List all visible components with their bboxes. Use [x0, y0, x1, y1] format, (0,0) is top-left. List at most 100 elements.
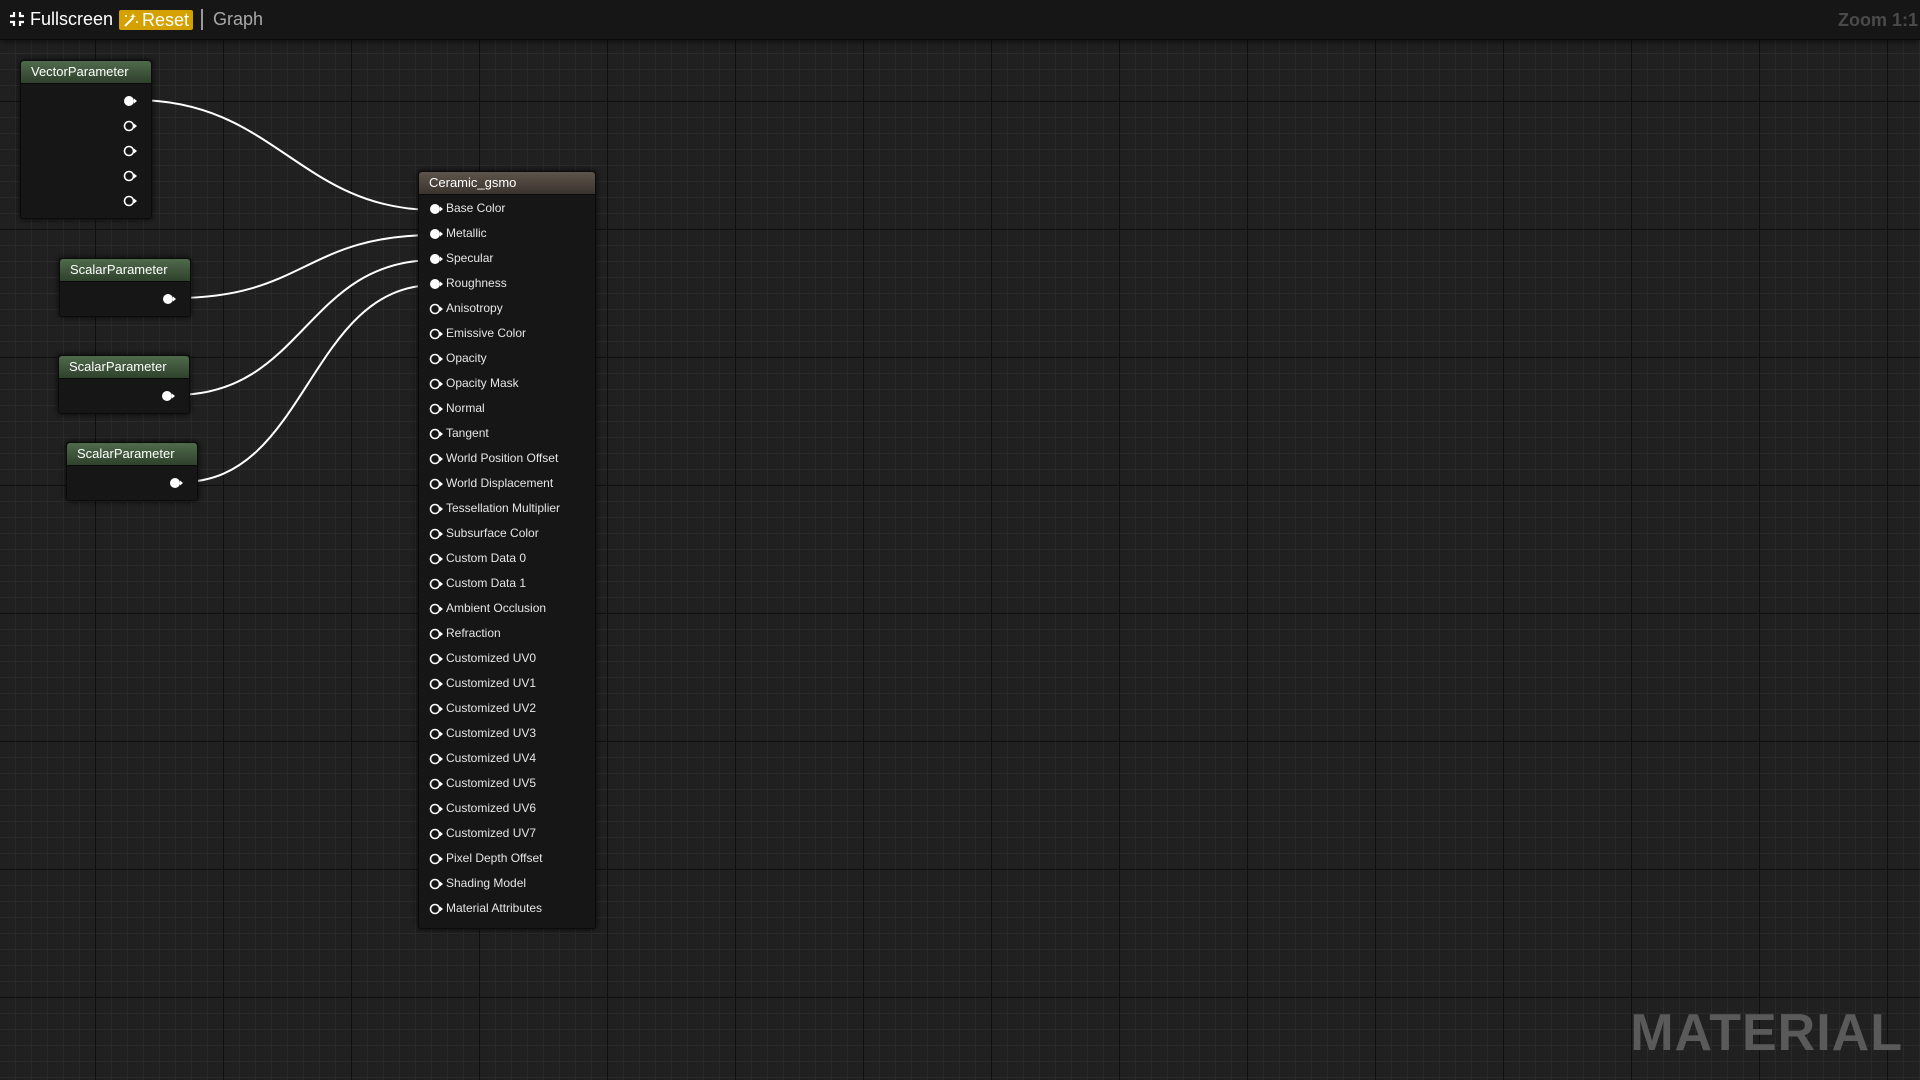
material-input-row[interactable]: Refraction [419, 623, 595, 643]
material-input-row[interactable]: Base Color [419, 198, 595, 218]
material-input-row[interactable]: Custom Data 0 [419, 548, 595, 568]
input-pin-icon[interactable] [429, 427, 443, 440]
material-input-label: Roughness [446, 276, 507, 290]
input-pin-icon[interactable] [429, 352, 443, 365]
material-result-node[interactable]: Ceramic_gsmo Base Color Metallic Specular R… [418, 171, 596, 929]
input-pin-connected-icon[interactable] [429, 252, 443, 264]
material-input-row[interactable]: Customized UV4 [419, 748, 595, 768]
material-input-label: Ambient Occlusion [446, 601, 547, 615]
toolbar-divider [201, 9, 203, 30]
material-input-row[interactable]: Anisotropy [419, 298, 595, 318]
output-pin-icon[interactable] [123, 119, 137, 132]
material-input-label: Refraction [446, 626, 501, 640]
material-input-row[interactable]: Subsurface Color [419, 523, 595, 543]
material-input-label: Specular [446, 251, 494, 265]
input-pin-connected-icon[interactable] [429, 227, 443, 239]
input-pin-icon[interactable] [429, 802, 443, 815]
material-input-row[interactable]: Custom Data 1 [419, 573, 595, 593]
material-input-row[interactable]: Roughness [419, 273, 595, 293]
material-input-label: World Displacement [446, 476, 554, 490]
material-input-row[interactable]: Customized UV0 [419, 648, 595, 668]
input-pin-icon[interactable] [429, 452, 443, 465]
scalar-parameter-node[interactable]: ScalarParameter [58, 355, 190, 414]
input-pin-icon[interactable] [429, 752, 443, 765]
wire-scalar1-to-metallic [174, 234, 436, 299]
output-pin-connected-icon[interactable] [162, 292, 176, 304]
input-pin-icon[interactable] [429, 402, 443, 415]
material-input-row[interactable]: World Position Offset [419, 448, 595, 468]
input-pin-icon[interactable] [429, 727, 443, 740]
output-pin-icon[interactable] [123, 144, 137, 157]
graph-canvas[interactable]: Fullscreen Reset Graph Zoom 1:1 VectorPa… [0, 0, 1920, 1080]
input-pin-icon[interactable] [429, 327, 443, 340]
vector-parameter-node[interactable]: VectorParameter [20, 60, 152, 219]
material-input-row[interactable]: Normal [419, 398, 595, 418]
material-input-label: Custom Data 0 [446, 551, 527, 565]
output-pin-connected-icon[interactable] [123, 94, 137, 106]
input-pin-icon[interactable] [429, 677, 443, 690]
input-pin-icon[interactable] [429, 877, 443, 890]
material-input-label: Base Color [446, 201, 506, 215]
material-input-label: Tangent [446, 426, 489, 440]
graph-tab[interactable]: Graph [213, 9, 263, 30]
material-input-row[interactable]: Ambient Occlusion [419, 598, 595, 618]
material-input-row[interactable]: Customized UV5 [419, 773, 595, 793]
material-input-row[interactable]: Tangent [419, 423, 595, 443]
output-pin-icon[interactable] [123, 194, 137, 207]
input-pin-icon[interactable] [429, 652, 443, 665]
magic-wand-icon [122, 12, 139, 28]
input-pin-icon[interactable] [429, 527, 443, 540]
material-input-label: Anisotropy [446, 301, 503, 315]
output-pin-icon[interactable] [123, 169, 137, 182]
input-pin-icon[interactable] [429, 577, 443, 590]
scalar-parameter-node[interactable]: ScalarParameter [59, 258, 191, 317]
node-title: Ceramic_gsmo [419, 172, 595, 195]
input-pin-icon[interactable] [429, 827, 443, 840]
input-pin-icon[interactable] [429, 777, 443, 790]
material-input-label: Customized UV4 [446, 751, 537, 765]
input-pin-icon[interactable] [429, 377, 443, 390]
material-input-row[interactable]: Customized UV7 [419, 823, 595, 843]
material-input-label: World Position Offset [446, 451, 559, 465]
material-input-label: Tessellation Multiplier [446, 501, 561, 515]
material-input-row[interactable]: Pixel Depth Offset [419, 848, 595, 868]
material-input-row[interactable]: Customized UV1 [419, 673, 595, 693]
node-title: ScalarParameter [60, 259, 190, 282]
reset-button[interactable]: Reset [119, 10, 194, 30]
material-input-row[interactable]: Shading Model [419, 873, 595, 893]
material-input-row[interactable]: Customized UV3 [419, 723, 595, 743]
input-pin-icon[interactable] [429, 902, 443, 915]
scalar-parameter-node[interactable]: ScalarParameter [66, 442, 198, 501]
input-pin-icon[interactable] [429, 302, 443, 315]
input-pin-icon[interactable] [429, 852, 443, 865]
material-input-row[interactable]: Opacity [419, 348, 595, 368]
material-input-label: Customized UV7 [446, 826, 537, 840]
material-input-row[interactable]: Tessellation Multiplier [419, 498, 595, 518]
input-pin-icon[interactable] [429, 627, 443, 640]
connection-wires [134, 99, 436, 483]
node-title: VectorParameter [21, 61, 151, 84]
input-pin-connected-icon[interactable] [429, 277, 443, 289]
material-input-row[interactable]: Material Attributes [419, 898, 595, 918]
material-input-row[interactable]: Metallic [419, 223, 595, 243]
output-pin-connected-icon[interactable] [161, 389, 175, 401]
output-pin-connected-icon[interactable] [169, 476, 183, 488]
material-input-row[interactable]: Customized UV6 [419, 798, 595, 818]
material-input-label: Normal [446, 401, 485, 415]
input-pin-icon[interactable] [429, 502, 443, 515]
material-input-row[interactable]: Opacity Mask [419, 373, 595, 393]
material-input-label: Customized UV1 [446, 676, 537, 690]
material-input-row[interactable]: Emissive Color [419, 323, 595, 343]
material-input-label: Customized UV3 [446, 726, 537, 740]
input-pin-icon[interactable] [429, 602, 443, 615]
input-pin-connected-icon[interactable] [429, 202, 443, 214]
input-pin-icon[interactable] [429, 552, 443, 565]
wire-vector-to-base-color [134, 99, 436, 211]
material-input-row[interactable]: Specular [419, 248, 595, 268]
input-pin-icon[interactable] [429, 477, 443, 490]
material-input-row[interactable]: Customized UV2 [419, 698, 595, 718]
fullscreen-button[interactable]: Fullscreen [9, 9, 113, 30]
material-input-row[interactable]: World Displacement [419, 473, 595, 493]
input-pin-icon[interactable] [429, 702, 443, 715]
reset-label: Reset [142, 10, 190, 30]
